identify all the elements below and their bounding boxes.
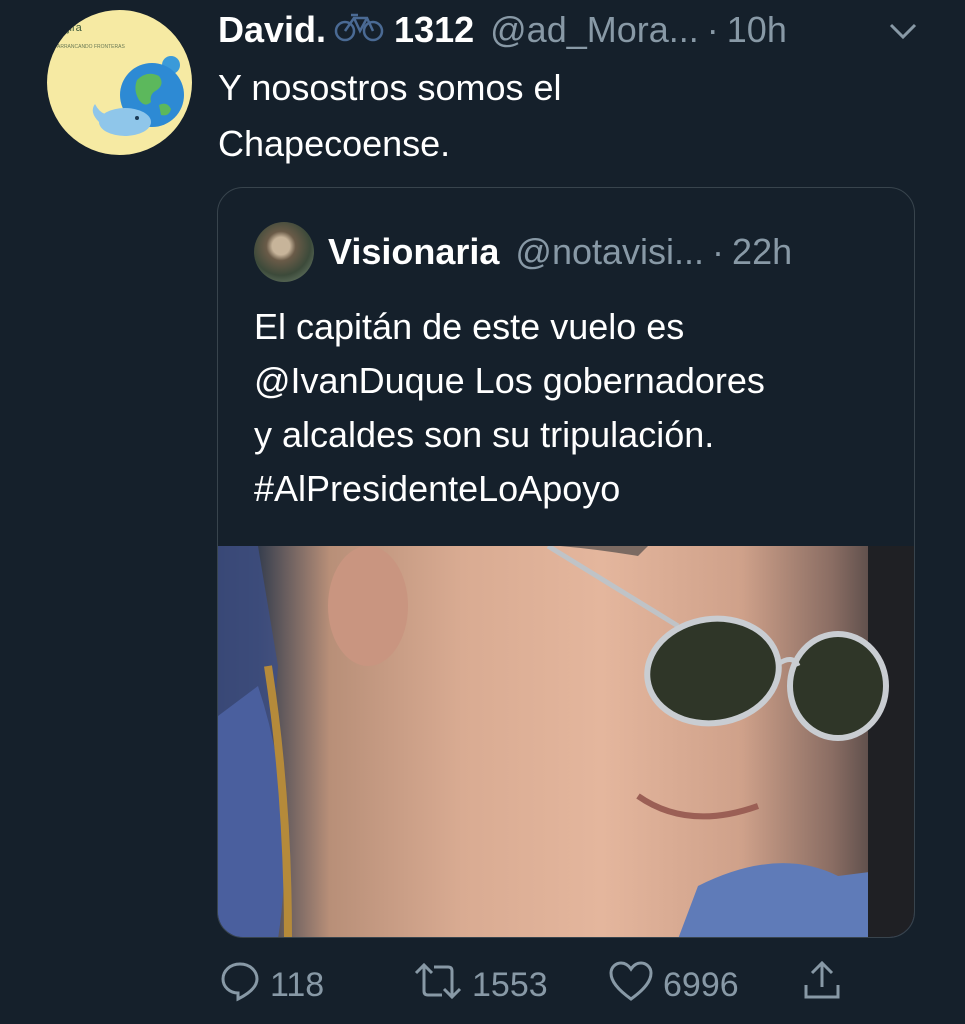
reply-icon: [218, 959, 270, 1012]
author-handle[interactable]: @ad_Mora...: [490, 9, 699, 51]
reply-button[interactable]: 118: [218, 955, 324, 1015]
tweet-text-line: Chapecoense.: [218, 123, 451, 164]
like-icon: [607, 959, 663, 1012]
quoted-text: El capitán de este vuelo es @IvanDuque L…: [254, 300, 894, 516]
like-button[interactable]: 6996: [607, 955, 739, 1015]
quoted-tweet[interactable]: Visionaria @notavisi... · 22h El capitán…: [217, 187, 915, 938]
retweet-count: 1553: [472, 965, 548, 1004]
quoted-header: Visionaria @notavisi... · 22h: [254, 222, 792, 282]
quoted-time: 22h: [732, 231, 793, 272]
quoted-text-line: #AlPresidenteLoApoyo: [254, 468, 621, 509]
tweet-text: Y nosostros somos el Chapecoense.: [218, 60, 918, 172]
bicycle-icon: [334, 9, 384, 51]
tweet-time[interactable]: 10h: [727, 9, 787, 51]
avatar-text: ajira: [61, 22, 82, 34]
author-name[interactable]: David.: [218, 9, 326, 51]
share-button[interactable]: [800, 955, 852, 1015]
quoted-text-line: @IvanDuque Los gobernadores: [254, 360, 765, 401]
quoted-separator: ·: [712, 231, 725, 272]
retweet-button[interactable]: 1553: [412, 955, 548, 1015]
tweet-text-line: Y nosostros somos el: [218, 67, 562, 108]
share-icon: [800, 959, 852, 1012]
reply-count: 118: [270, 965, 325, 1004]
quoted-author-name: Visionaria: [328, 231, 500, 272]
quoted-author-handle: @notavisi...: [515, 231, 705, 272]
author-name-suffix: 1312: [394, 9, 475, 50]
quoted-photo[interactable]: [218, 546, 914, 937]
tweet-header: David. 1312 @ad_Mora... · 10h: [218, 6, 918, 54]
author-avatar[interactable]: ajira ARRANCANDO FRONTERAS: [47, 10, 192, 155]
quoted-avatar: [254, 222, 314, 282]
action-bar: 118 1553 6996: [0, 955, 965, 1015]
header-separator: ·: [706, 9, 719, 50]
like-count: 6996: [663, 965, 739, 1004]
quoted-text-line: El capitán de este vuelo es: [254, 306, 685, 347]
avatar-subtext: ARRANCANDO FRONTERAS: [57, 44, 125, 50]
man-sunglasses-photo: [218, 546, 914, 937]
chevron-down-icon[interactable]: [888, 20, 918, 47]
retweet-icon: [412, 959, 472, 1012]
quoted-text-line: y alcaldes son su tripulación.: [254, 414, 715, 455]
